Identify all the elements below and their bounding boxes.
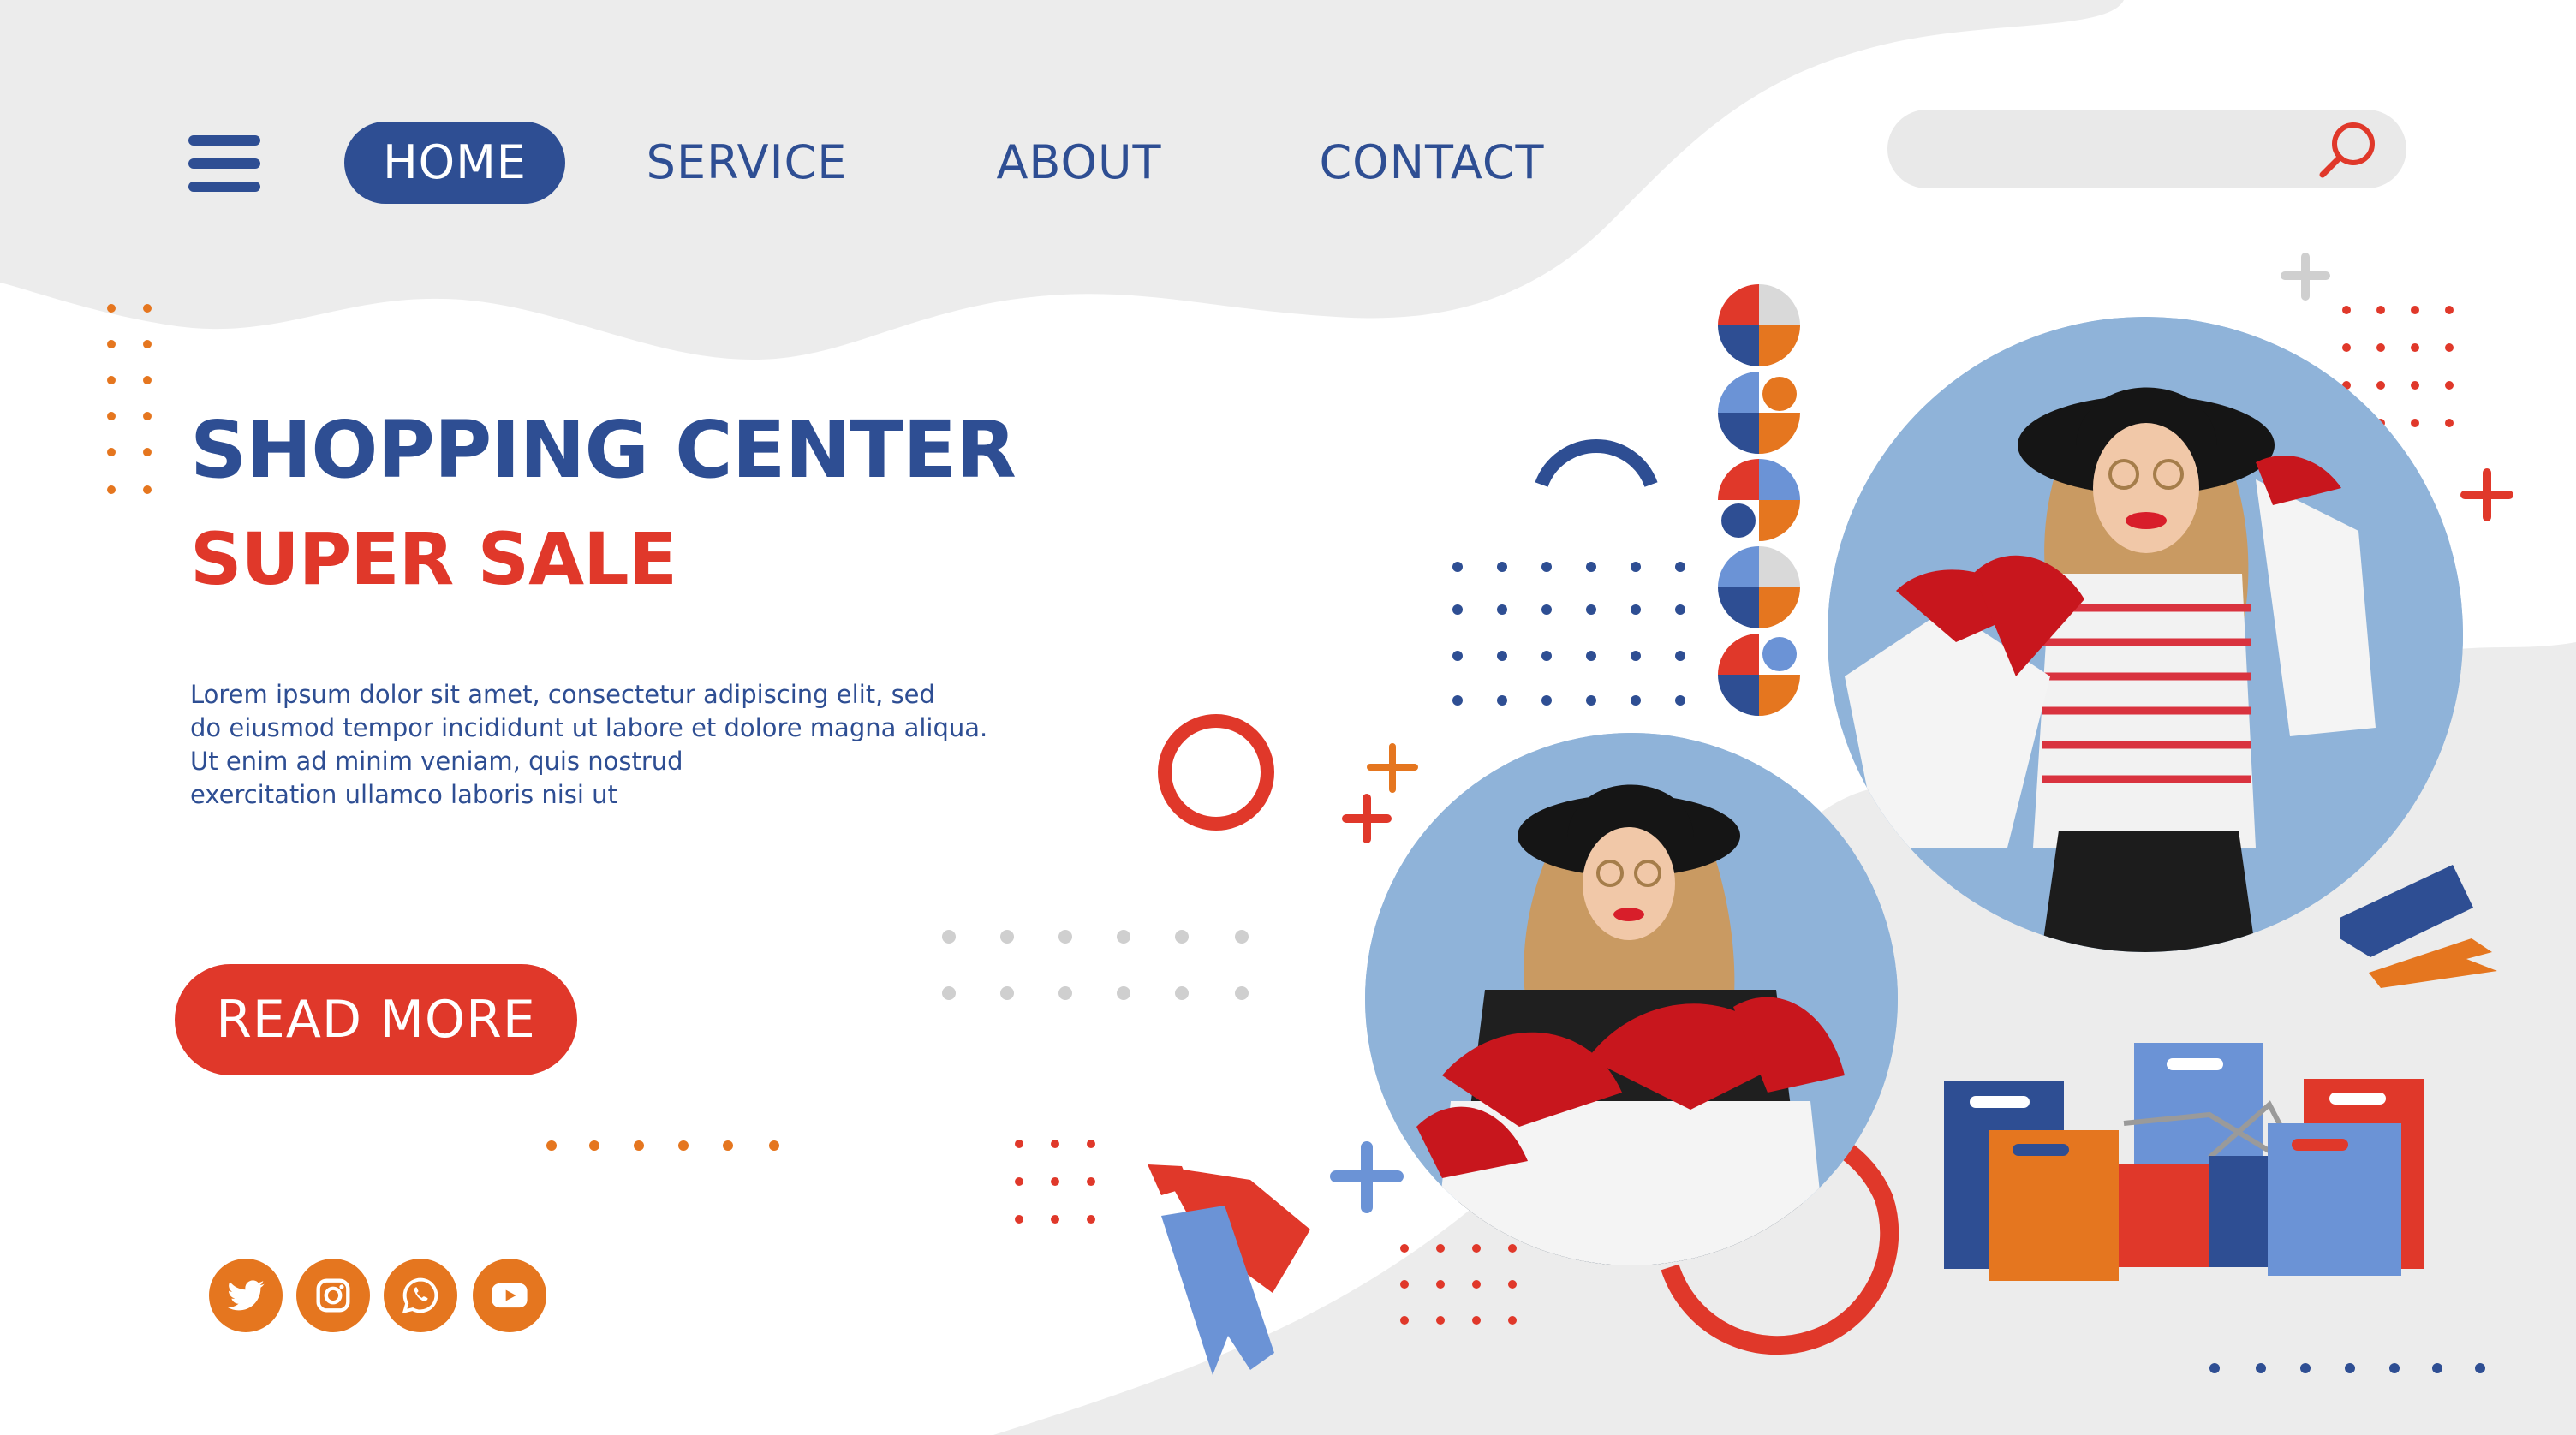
woman-with-shopping-bags-image xyxy=(1828,317,2463,952)
nav-contact[interactable]: CONTACT xyxy=(1303,122,1560,204)
hero-subtitle: SUPER SALE xyxy=(190,517,677,601)
nav-about[interactable]: ABOUT xyxy=(985,122,1173,204)
model-photo-bottom xyxy=(1365,733,1898,1265)
menu-icon[interactable] xyxy=(188,135,260,192)
hero-description-line: do eiusmod tempor incididunt ut labore e… xyxy=(190,713,988,742)
hero-description-line: Lorem ipsum dolor sit amet, consectetur … xyxy=(190,680,935,709)
nav-service[interactable]: SERVICE xyxy=(635,122,858,204)
read-more-button[interactable]: READ MORE xyxy=(175,964,577,1075)
youtube-button[interactable] xyxy=(473,1259,546,1332)
hero-description: Lorem ipsum dolor sit amet, consectetur … xyxy=(190,678,1012,812)
instagram-button[interactable] xyxy=(296,1259,370,1332)
youtube-icon xyxy=(492,1283,528,1308)
hero-description-line: exercitation ullamco laboris nisi ut xyxy=(190,780,617,809)
hero-description-line: Ut enim ad minim veniam, quis nostrud xyxy=(190,747,683,776)
search-icon[interactable] xyxy=(2316,118,2381,180)
woman-with-red-gift-bags-image xyxy=(1365,733,1898,1265)
model-photo-top xyxy=(1828,317,2463,952)
whatsapp-icon xyxy=(402,1277,438,1314)
nav-home[interactable]: HOME xyxy=(344,122,565,204)
twitter-button[interactable] xyxy=(209,1259,283,1332)
hero-title: SHOPPING CENTER xyxy=(190,404,1017,496)
whatsapp-button[interactable] xyxy=(384,1259,457,1332)
twitter-icon xyxy=(227,1280,265,1311)
instagram-icon xyxy=(316,1278,350,1313)
